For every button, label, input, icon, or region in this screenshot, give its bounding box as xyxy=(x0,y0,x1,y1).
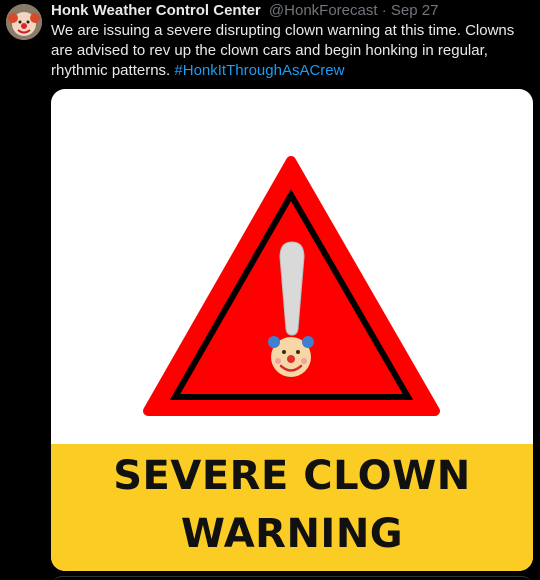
tweet-media-image[interactable]: SEVERE CLOWN WARNING xyxy=(51,89,533,571)
hashtag-link[interactable]: #HonkItThroughAsACrew xyxy=(174,62,344,79)
clown-avatar-icon xyxy=(6,4,42,40)
next-card-edge xyxy=(51,576,533,580)
tweet-header: Honk Weather Control Center @HonkForecas… xyxy=(51,2,438,20)
tweet[interactable]: Honk Weather Control Center @HonkForecas… xyxy=(0,0,540,580)
display-name[interactable]: Honk Weather Control Center xyxy=(51,2,261,19)
handle[interactable]: @HonkForecast xyxy=(269,2,378,19)
avatar[interactable] xyxy=(6,4,42,40)
tweet-date[interactable]: Sep 27 xyxy=(391,2,439,19)
banner-title-line-1: SEVERE CLOWN xyxy=(113,453,471,499)
separator-dot: · xyxy=(381,2,387,19)
banner-title-line-2: WARNING xyxy=(180,511,404,557)
warning-banner: SEVERE CLOWN WARNING xyxy=(51,444,533,571)
tweet-text: We are issuing a severe disrupting clown… xyxy=(51,21,535,81)
